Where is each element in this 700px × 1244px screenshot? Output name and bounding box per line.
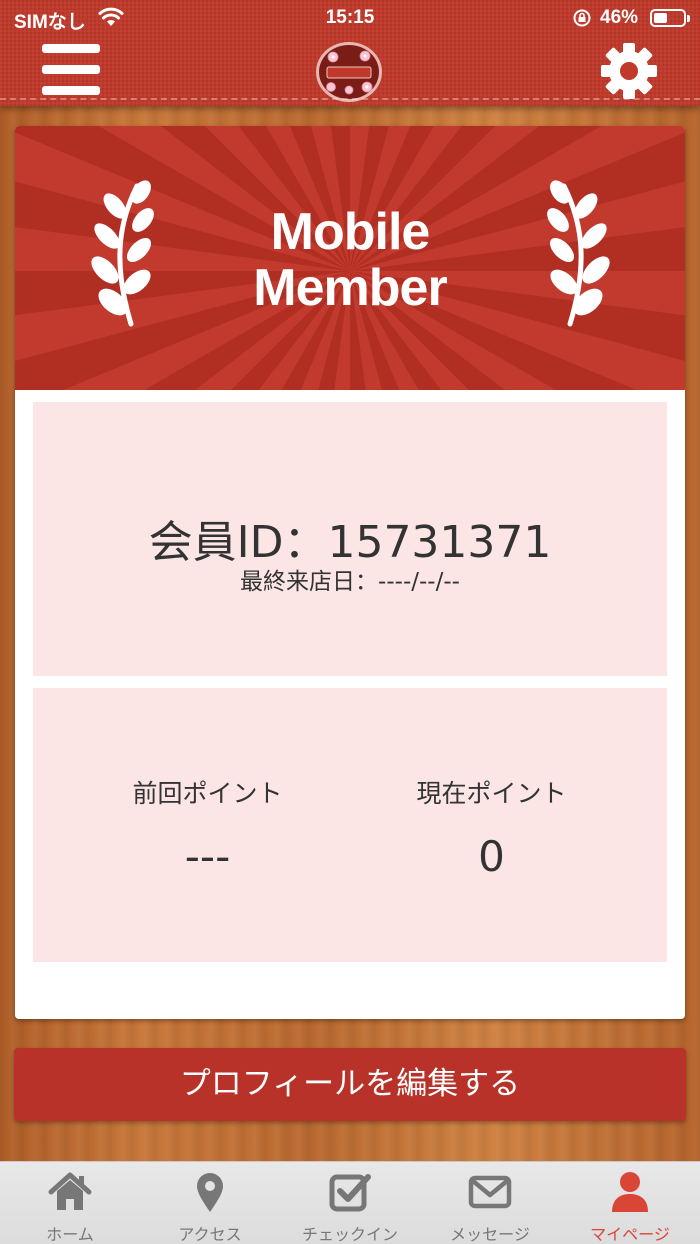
last-visit-line: 最終来店日：----/--/-- <box>33 562 667 596</box>
member-card: Mobile Member 会員ID：15731371 最終来店日：----/-… <box>15 126 685 1019</box>
map-pin-icon <box>197 1173 223 1212</box>
tab-label: アクセス <box>178 1225 242 1244</box>
previous-points-label: 前回ポイント <box>132 779 283 808</box>
last-visit-value: ----/--/-- <box>378 569 460 595</box>
last-visit-label: 最終来店日： <box>240 569 379 595</box>
tab-message[interactable]: メッセージ <box>420 1162 560 1244</box>
tab-label: チェックイン <box>301 1225 398 1244</box>
current-points-label: 現在ポイント <box>416 779 567 808</box>
tab-access[interactable]: アクセス <box>140 1162 280 1244</box>
previous-points-value: --- <box>184 832 231 881</box>
member-id-line: 会員ID：15731371 <box>33 506 667 570</box>
envelope-icon <box>468 1175 512 1209</box>
points-panel: 前回ポイント --- 現在ポイント 0 <box>33 688 667 962</box>
previous-points: 前回ポイント --- <box>49 774 366 881</box>
battery-icon <box>650 9 690 27</box>
tab-label: マイページ <box>590 1225 670 1244</box>
member-banner: Mobile Member <box>15 126 685 390</box>
home-icon <box>48 1172 92 1210</box>
checkbox-icon <box>329 1174 371 1212</box>
laurel-icon <box>547 180 610 327</box>
tab-label: メッセージ <box>450 1225 530 1244</box>
member-id-value: 15731371 <box>327 517 552 568</box>
rotation-lock-icon <box>572 8 592 33</box>
sakura-logo-icon[interactable] <box>316 42 382 102</box>
battery-percent: 46% <box>600 7 639 28</box>
tab-mypage[interactable]: マイページ <box>560 1162 700 1244</box>
member-id-label: 会員ID： <box>148 517 328 568</box>
tab-home[interactable]: ホーム <box>0 1162 140 1244</box>
tab-bar: ホーム アクセス チェックイン メッセージ マイページ <box>0 1161 700 1244</box>
hamburger-menu-icon[interactable] <box>42 44 100 96</box>
tab-checkin[interactable]: チェックイン <box>280 1162 420 1244</box>
member-id-panel: 会員ID：15731371 最終来店日：----/--/-- <box>33 402 667 676</box>
person-icon <box>612 1172 648 1212</box>
clock: 15:15 <box>325 7 375 28</box>
current-points-value: 0 <box>478 832 505 881</box>
top-header: SIMなし 15:15 46% <box>0 0 700 106</box>
gear-icon[interactable] <box>600 42 658 100</box>
edit-profile-button[interactable]: プロフィールを編集する <box>14 1048 686 1121</box>
status-bar: SIMなし 15:15 46% <box>0 0 700 36</box>
current-points: 現在ポイント 0 <box>333 774 650 881</box>
tab-label: ホーム <box>46 1225 94 1244</box>
